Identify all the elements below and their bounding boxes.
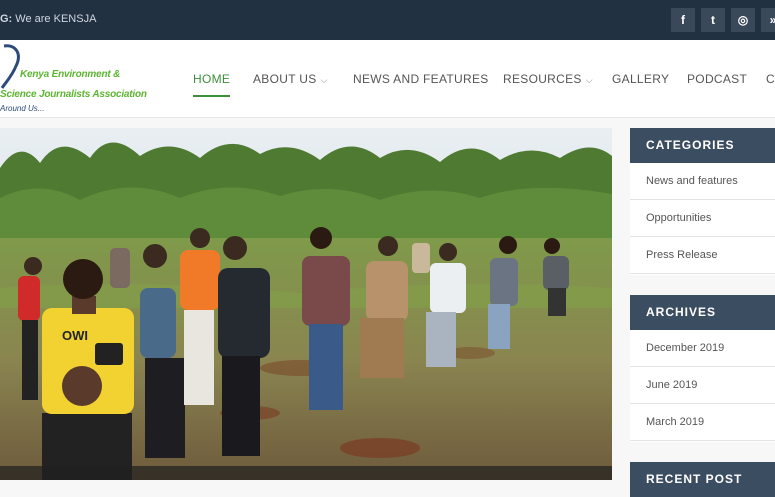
- instagram-icon[interactable]: ◎: [731, 8, 755, 32]
- archive-december-2019[interactable]: December 2019: [630, 330, 775, 367]
- nav-home[interactable]: HOME: [193, 72, 230, 86]
- twitter-icon[interactable]: t: [701, 8, 725, 32]
- nav-podcast[interactable]: PODCAST: [687, 72, 747, 86]
- category-opportunities[interactable]: Opportunities: [630, 200, 775, 237]
- hero-photo: OWI: [0, 128, 612, 480]
- archives-list: December 2019 June 2019 March 2019: [630, 330, 775, 442]
- logo-line-1: Kenya Environment &: [20, 69, 121, 80]
- logo-map-icon: [0, 44, 20, 89]
- archive-june-2019[interactable]: June 2019: [630, 367, 775, 404]
- tagline: G: We are KENSJA: [0, 13, 97, 25]
- more-icon[interactable]: »: [761, 8, 775, 32]
- archive-march-2019[interactable]: March 2019: [630, 404, 775, 441]
- logo-line-3: Around Us...: [0, 104, 45, 113]
- nav-resources[interactable]: RESOURCES ⌵: [503, 72, 593, 86]
- categories-title: CATEGORIES: [630, 128, 775, 163]
- archives-title: ARCHIVES: [630, 295, 775, 330]
- logo-line-2: Science Journalists Association: [0, 89, 147, 100]
- nav-active-indicator: [193, 95, 230, 97]
- nav-contact[interactable]: C: [766, 72, 775, 86]
- nav-about-us[interactable]: ABOUT US ⌵: [253, 72, 328, 86]
- chevron-down-icon: ⌵: [585, 75, 593, 85]
- site-header: Kenya Environment & Science Journalists …: [0, 40, 775, 118]
- hero-image[interactable]: OWI: [0, 128, 612, 480]
- category-news-and-features[interactable]: News and features: [630, 163, 775, 200]
- categories-list: News and features Opportunities Press Re…: [630, 163, 775, 275]
- category-press-release[interactable]: Press Release: [630, 237, 775, 274]
- facebook-icon[interactable]: f: [671, 8, 695, 32]
- chevron-down-icon: ⌵: [320, 75, 328, 85]
- top-bar: G: We are KENSJA f t ◎ »: [0, 0, 775, 40]
- nav-news-and-features[interactable]: NEWS AND FEATURES: [353, 72, 489, 86]
- shirt-text: OWI: [62, 328, 88, 343]
- nav-gallery[interactable]: GALLERY: [612, 72, 669, 86]
- site-logo[interactable]: Kenya Environment & Science Journalists …: [0, 42, 147, 114]
